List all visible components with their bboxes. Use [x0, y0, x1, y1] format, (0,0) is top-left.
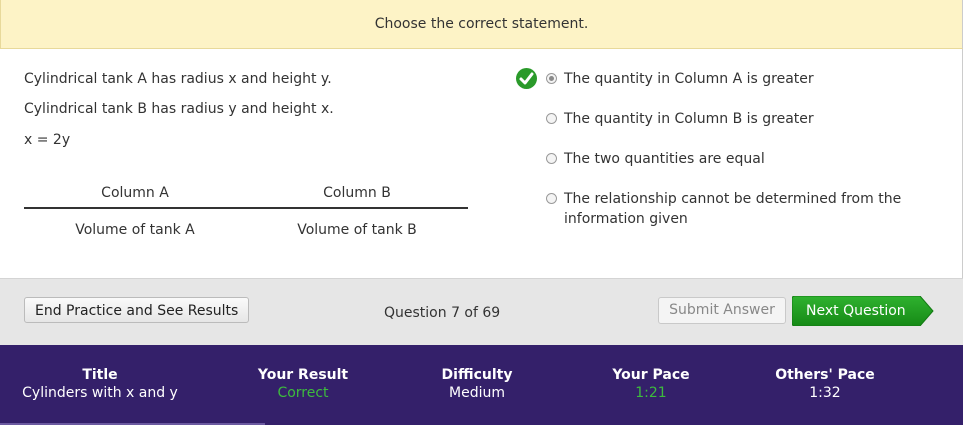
answer-option-c[interactable]: The two quantities are equal — [546, 149, 956, 169]
answer-radio-c[interactable] — [546, 153, 557, 164]
stem-line-1: Cylindrical tank A has radius x and heig… — [24, 71, 332, 87]
result-heading: Your Result — [257, 367, 349, 383]
stem-line-2: Cylindrical tank B has radius y and heig… — [24, 101, 334, 117]
answer-label-d: The relationship cannot be determined fr… — [564, 191, 902, 227]
difficulty-heading: Difficulty — [441, 367, 513, 383]
answer-radio-d[interactable] — [546, 193, 557, 204]
answer-option-b[interactable]: The quantity in Column B is greater — [546, 109, 956, 129]
footer-result: Your Result Correct — [248, 367, 358, 401]
next-question-button[interactable]: Next Question — [792, 296, 934, 326]
pace-heading: Your Pace — [612, 367, 690, 383]
question-panel: Cylindrical tank A has radius x and heig… — [0, 49, 963, 278]
answer-radio-a[interactable] — [546, 73, 557, 84]
instruction-text: Choose the correct statement. — [374, 16, 589, 32]
answer-label-b: The quantity in Column B is greater — [564, 111, 814, 127]
column-b-value: Volume of tank B — [297, 222, 417, 238]
answer-radio-b[interactable] — [546, 113, 557, 124]
column-b-header: Column B — [323, 185, 391, 201]
correct-checkmark-icon — [516, 68, 537, 89]
footer-others-pace: Others' Pace 1:32 — [765, 367, 885, 401]
question-counter: Question 7 of 69 — [384, 305, 501, 321]
others-pace-value: 1:32 — [809, 385, 841, 401]
answer-options: The quantity in Column A is greater The … — [516, 68, 956, 249]
footer-title: Title Cylinders with x and y — [14, 367, 186, 401]
title-heading: Title — [82, 367, 118, 383]
others-pace-heading: Others' Pace — [775, 367, 875, 383]
pace-value: 1:21 — [635, 385, 667, 401]
action-toolbar: End Practice and See Results Question 7 … — [0, 278, 963, 346]
quantity-comparison-table: Column A Column B Volume of tank A Volum… — [24, 179, 468, 251]
result-value: Correct — [277, 385, 329, 401]
footer-pace: Your Pace 1:21 — [601, 367, 701, 401]
answer-label-a: The quantity in Column A is greater — [564, 71, 814, 87]
answer-option-a[interactable]: The quantity in Column A is greater — [516, 68, 956, 89]
end-practice-button[interactable]: End Practice and See Results — [24, 297, 250, 323]
stem-line-3: x = 2y — [24, 132, 71, 148]
title-value: Cylinders with x and y — [22, 385, 178, 401]
answer-label-c: The two quantities are equal — [564, 151, 765, 167]
answer-option-d[interactable]: The relationship cannot be determined fr… — [546, 189, 956, 229]
column-values: Volume of tank A Volume of tank B — [24, 209, 468, 251]
column-a-value: Volume of tank A — [75, 222, 195, 238]
column-a-header: Column A — [101, 185, 169, 201]
difficulty-value: Medium — [449, 385, 505, 401]
footer-difficulty: Difficulty Medium — [427, 367, 527, 401]
next-question-label: Next Question — [806, 303, 906, 319]
submit-answer-button[interactable]: Submit Answer — [658, 297, 786, 324]
column-headers: Column A Column B — [24, 179, 468, 209]
stats-footer: Title Cylinders with x and y Your Result… — [0, 345, 963, 425]
instruction-banner: Choose the correct statement. — [0, 0, 963, 49]
